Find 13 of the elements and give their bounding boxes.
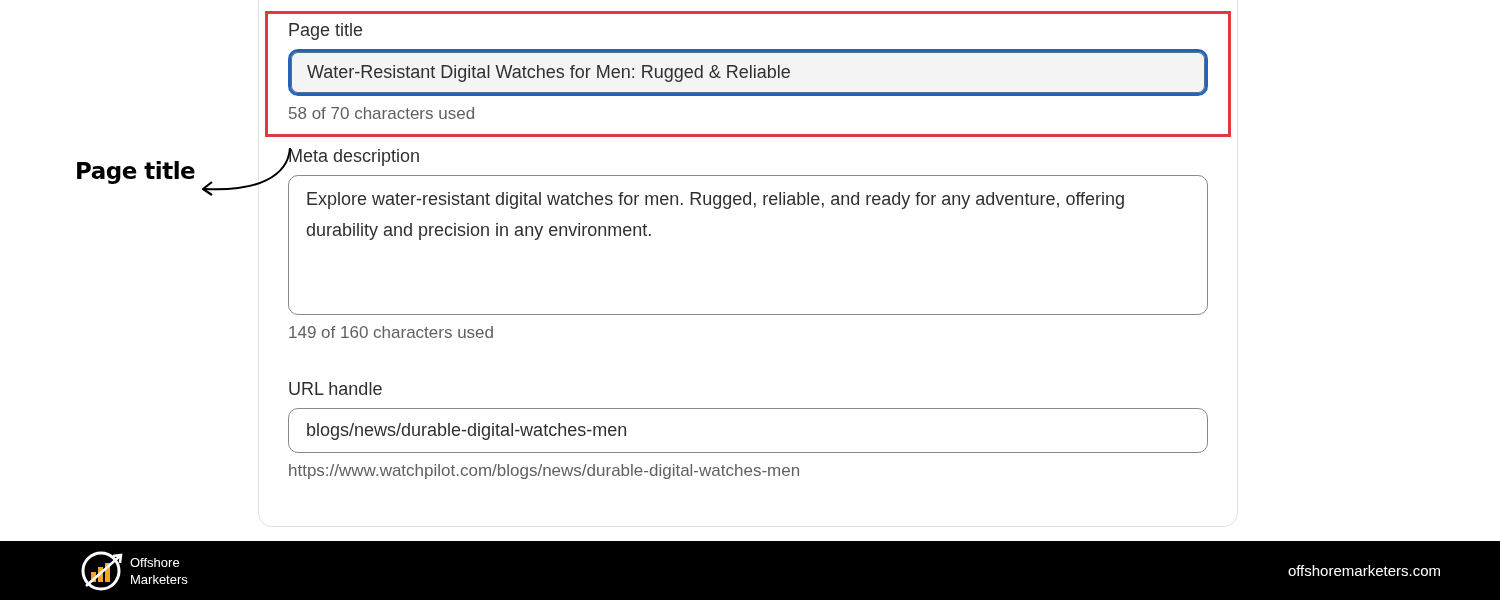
input-field[interactable]: blogs/news/durable-digital-watches-men <box>288 408 1208 453</box>
brand-name: Offshore <box>130 553 181 571</box>
input-field[interactable]: Water-Resistant Digital Watches for Men: Rugged & Reliable <box>288 49 1208 96</box>
annotation-label: Page title <box>75 158 196 184</box>
field-label: Page title <box>288 20 365 41</box>
description-field[interactable]: Explore water-resistant digital watches for men. Rugged, reliable, and ready for any adventure, offering durability and precision in any environment. <box>288 175 1208 315</box>
field-label: Meta description <box>288 146 422 167</box>
help-text: 58 of 70 characters used <box>288 104 477 124</box>
field-label: URL handle <box>288 379 384 400</box>
website-url: offshoremarketers.com <box>1287 562 1441 579</box>
help-text: 149 of 160 characters used <box>288 323 496 343</box>
help-text: https://www.watchpilot.com/blogs/news/durable-digital-watches-men <box>288 461 802 481</box>
brand-name: Marketers <box>130 570 188 588</box>
